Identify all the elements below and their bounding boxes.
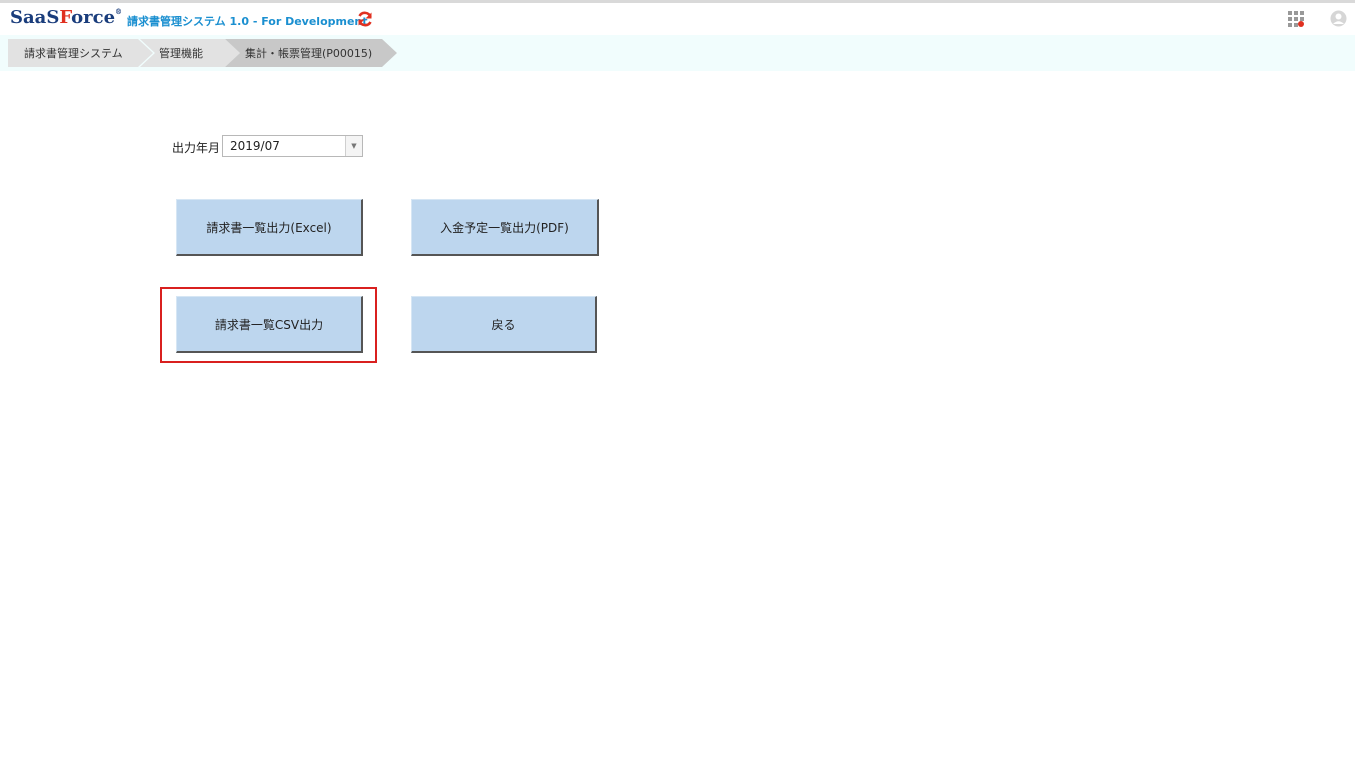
- invoice-list-excel-button[interactable]: 請求書一覧出力(Excel): [176, 199, 363, 256]
- breadcrumb-item-current: 集計・帳票管理(P00015): [225, 39, 397, 67]
- payment-schedule-pdf-button[interactable]: 入金予定一覧出力(PDF): [411, 199, 599, 256]
- breadcrumb: 請求書管理システム 管理機能 集計・帳票管理(P00015): [0, 35, 1355, 71]
- breadcrumb-item-system[interactable]: 請求書管理システム: [8, 39, 153, 67]
- apps-grid-icon[interactable]: [1288, 11, 1304, 27]
- back-button[interactable]: 戻る: [411, 296, 597, 353]
- breadcrumb-label: 集計・帳票管理(P00015): [245, 47, 373, 60]
- output-month-label: 出力年月: [172, 141, 221, 155]
- logo-text-orce: orce: [71, 7, 116, 28]
- logo-text-saas: SaaS: [10, 7, 60, 28]
- output-month-select[interactable]: 2019/07 ▼: [222, 135, 363, 157]
- breadcrumb-label: 請求書管理システム: [24, 47, 123, 60]
- logo-registered-mark: ®: [115, 7, 123, 16]
- chevron-down-icon[interactable]: ▼: [345, 136, 362, 156]
- app-title: 請求書管理システム 1.0 - For Development: [127, 15, 368, 28]
- user-avatar-icon[interactable]: [1330, 10, 1347, 27]
- app-header: SaaSForce® 請求書管理システム 1.0 - For Developme…: [0, 3, 1355, 35]
- csv-button-highlight-frame: [160, 287, 377, 363]
- saasforce-logo[interactable]: SaaSForce®: [10, 7, 122, 28]
- output-month-value: 2019/07: [230, 139, 280, 153]
- logo-text-f: F: [59, 7, 72, 28]
- breadcrumb-label: 管理機能: [159, 47, 203, 60]
- refresh-icon[interactable]: [356, 10, 374, 28]
